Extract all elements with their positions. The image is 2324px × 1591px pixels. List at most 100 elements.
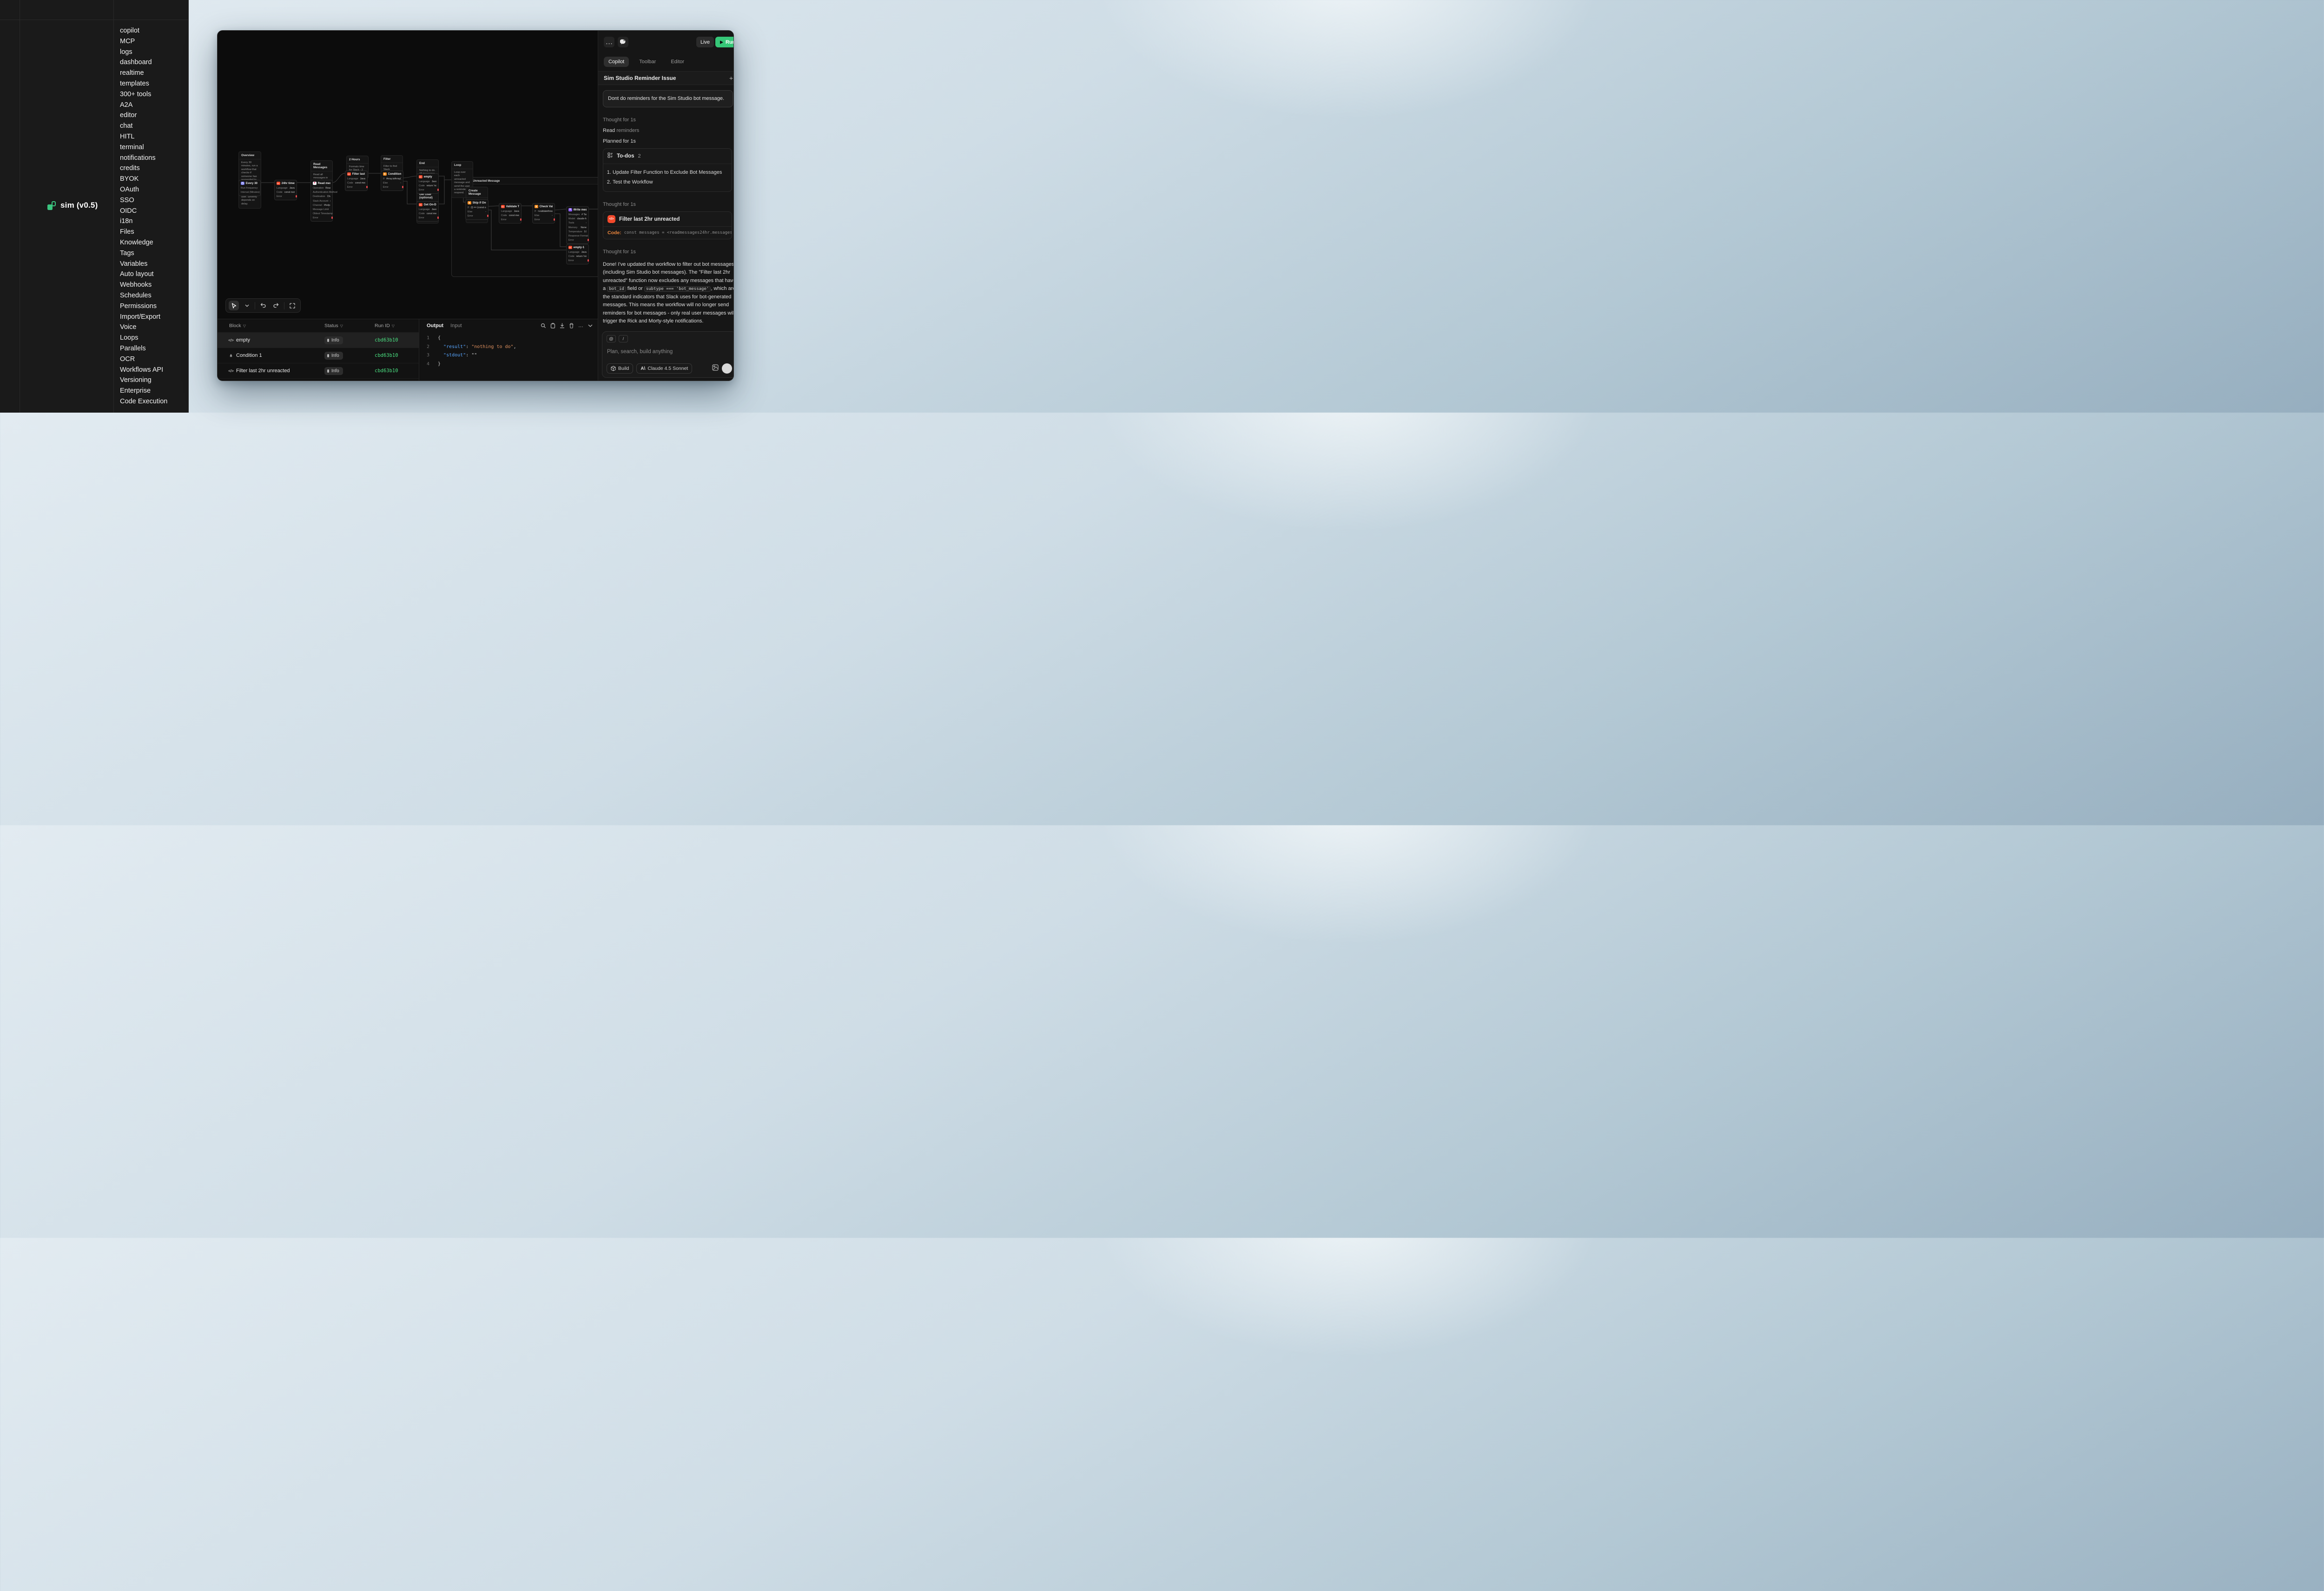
- workflow-node[interactable]: 24hr timestamp Language JavaScript Code …: [274, 180, 297, 200]
- undo-button[interactable]: [258, 301, 268, 310]
- feature-list-item[interactable]: 300+ tools: [120, 89, 188, 100]
- brand-column: sim (v0.5): [20, 0, 114, 413]
- thought-status[interactable]: Thought for 1s: [603, 249, 734, 255]
- feature-list-item[interactable]: SSO: [120, 195, 188, 206]
- feature-list-item[interactable]: dashboard: [120, 57, 188, 68]
- run-id[interactable]: cbd63b10: [375, 353, 398, 358]
- feature-list-item[interactable]: terminal: [120, 142, 188, 153]
- attach-image-icon[interactable]: [712, 364, 719, 373]
- composer[interactable]: @ / Plan, search, build anything Build A…: [602, 331, 734, 378]
- feature-list-item[interactable]: A2A: [120, 100, 188, 111]
- workflow-node[interactable]: Validate Thread TS Language JavaScript C…: [499, 203, 522, 224]
- feature-list-item[interactable]: Permissions: [120, 301, 188, 312]
- feature-list-item[interactable]: Tags: [120, 248, 188, 259]
- send-button[interactable]: [722, 363, 732, 374]
- tab-output[interactable]: Output: [427, 323, 443, 329]
- slash-chip-button[interactable]: /: [619, 335, 628, 342]
- log-row[interactable]: # Read messages 24hr Info cbd63b10: [218, 378, 419, 381]
- planned-status[interactable]: Planned for 1s: [603, 138, 734, 144]
- build-mode-button[interactable]: Build: [607, 363, 633, 374]
- new-chat-plus-icon[interactable]: +: [729, 74, 733, 82]
- run-id[interactable]: cbd63b10: [375, 368, 398, 374]
- more-icon[interactable]: …: [578, 323, 584, 329]
- thought-status[interactable]: Thought for 1s: [603, 117, 734, 123]
- run-id[interactable]: cbd63b10: [375, 337, 398, 343]
- workflow-node[interactable]: Filter last 2hr unreacted Language JavaS…: [345, 171, 368, 191]
- node-type-icon: [535, 205, 538, 209]
- thought-status[interactable]: Thought for 1s: [603, 202, 734, 207]
- feature-list-item[interactable]: MCP: [120, 36, 188, 47]
- model-selector-button[interactable]: A\ Claude 4.5 Sonnet: [636, 363, 692, 374]
- feature-list-item[interactable]: realtime: [120, 68, 188, 79]
- workflow-node[interactable]: empty Language JavaScript Code return 'n…: [416, 173, 439, 194]
- tool-call-card[interactable]: </> Filter last 2hr unreacted Code: cons…: [603, 211, 732, 239]
- feature-list-item[interactable]: Enterprise: [120, 386, 188, 396]
- feature-list-item[interactable]: Parallels: [120, 343, 188, 354]
- run-button[interactable]: Run: [715, 37, 734, 47]
- log-row[interactable]: </> empty Info cbd63b10: [218, 332, 419, 348]
- workflow-node[interactable]: Every 30 minutes Run Frequency Every X M…: [238, 180, 261, 196]
- feature-list-item[interactable]: Workflows API: [120, 365, 188, 375]
- feature-list-item[interactable]: Files: [120, 227, 188, 237]
- feature-list-item[interactable]: Variables: [120, 259, 188, 270]
- node-field-key: Response Format: [568, 235, 588, 237]
- feature-list-item[interactable]: Loops: [120, 333, 188, 343]
- feature-list-item[interactable]: logs: [120, 47, 188, 58]
- workflow-node[interactable]: Get On-Duty User Language JavaScript Cod…: [416, 201, 439, 222]
- feature-list-item[interactable]: credits: [120, 163, 188, 174]
- feature-list-item[interactable]: Schedules: [120, 290, 188, 301]
- fit-view-button[interactable]: [287, 301, 297, 310]
- feature-list-item[interactable]: Code Execution: [120, 396, 188, 407]
- feature-list-item[interactable]: i18n: [120, 216, 188, 227]
- node-field-key: Else: [383, 182, 388, 184]
- panel-more-button[interactable]: …: [604, 37, 614, 47]
- filter-icon[interactable]: ▽: [243, 324, 246, 328]
- redo-button[interactable]: [271, 301, 281, 310]
- tab-copilot[interactable]: Copilot: [604, 57, 629, 67]
- feature-list-item[interactable]: notifications: [120, 153, 188, 164]
- feature-list-item[interactable]: Voice: [120, 322, 188, 333]
- feature-list-item[interactable]: Import/Export: [120, 312, 188, 322]
- composer-placeholder[interactable]: Plan, search, build anything: [607, 349, 734, 355]
- todos-card[interactable]: To-dos 2 Update Filter Function to Exclu…: [603, 148, 732, 192]
- workflow-node[interactable]: Check Valid TS If <validatethreadts.resu…: [532, 203, 555, 224]
- feature-list-item[interactable]: Auto layout: [120, 269, 188, 280]
- mention-chip-button[interactable]: @: [607, 335, 616, 342]
- workflow-node[interactable]: Read messages 24hr Operation Read Messag…: [310, 180, 333, 222]
- read-action[interactable]: Read reminders: [603, 128, 734, 133]
- copy-icon[interactable]: [550, 323, 555, 329]
- log-row[interactable]: </> Filter last 2hr unreacted Info cbd63…: [218, 363, 419, 378]
- download-icon[interactable]: [560, 323, 565, 329]
- collapse-chevron-icon[interactable]: [588, 324, 593, 327]
- feature-list-item[interactable]: OAuth: [120, 184, 188, 195]
- feature-list-item[interactable]: BYOK: [120, 174, 188, 184]
- live-button[interactable]: Live: [696, 37, 714, 47]
- cursor-mode-chevron[interactable]: [242, 301, 252, 310]
- feature-list-item[interactable]: Webhooks: [120, 280, 188, 290]
- workflow-node[interactable]: Write message Messages # Task Return a s…: [566, 206, 589, 244]
- search-icon[interactable]: [541, 323, 546, 329]
- feature-list-item[interactable]: templates: [120, 79, 188, 89]
- filter-icon[interactable]: ▽: [392, 324, 395, 328]
- workflow-node[interactable]: Condition 1 If Array.isArray(<filterlast…: [381, 171, 403, 191]
- log-row[interactable]: ⋔ Condition 1 Info cbd63b10: [218, 348, 419, 363]
- feature-list-item[interactable]: chat: [120, 121, 188, 131]
- tab-input[interactable]: Input: [450, 323, 462, 329]
- feature-list-item[interactable]: HITL: [120, 131, 188, 142]
- chat-bubble-button[interactable]: [618, 37, 628, 47]
- feature-list-item[interactable]: Knowledge: [120, 237, 188, 248]
- feature-list-item[interactable]: OIDC: [120, 206, 188, 217]
- workflow-node[interactable]: empty-1 Language JavaScript Code return …: [566, 244, 589, 264]
- select-cursor-button[interactable]: [229, 301, 239, 310]
- filter-icon[interactable]: ▽: [340, 324, 343, 328]
- feature-list-item[interactable]: copilot: [120, 26, 188, 36]
- trash-icon[interactable]: [569, 323, 574, 329]
- workflow-canvas[interactable]: ↻ For Each Unreacted Message Start Overv…: [218, 31, 598, 319]
- feature-list-item[interactable]: Versioning: [120, 375, 188, 386]
- tab-editor[interactable]: Editor: [666, 57, 689, 67]
- feature-list-item[interactable]: editor: [120, 110, 188, 121]
- feature-nav: copilotMCPlogsdashboardrealtimetemplates…: [113, 0, 189, 413]
- feature-list-item[interactable]: OCR: [120, 354, 188, 365]
- tab-toolbar[interactable]: Toolbar: [634, 57, 660, 67]
- workflow-node[interactable]: Skip if On-Duty User If (l) == (const on…: [465, 199, 489, 220]
